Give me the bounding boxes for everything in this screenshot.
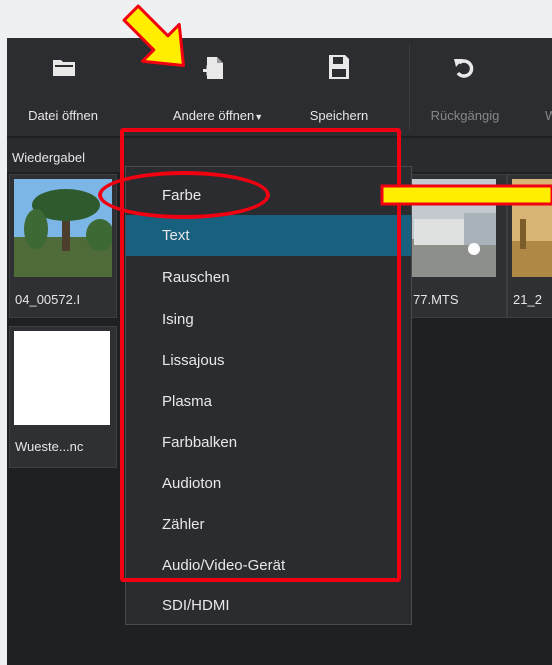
tab-playlist[interactable]: Wiedergabel [12,150,85,165]
folder-icon [53,60,75,76]
clip-name: Wueste...nc [15,439,84,454]
down-arrow-icon [122,4,185,67]
clip-name: 21_2 [513,292,542,307]
clip-thumbnail [14,331,110,425]
open-other-text: Andere öffnen [172,108,255,123]
open-file-button[interactable]: Datei öffnen [15,38,111,136]
save-icon [329,55,349,79]
new-file-icon [203,57,223,79]
clip-item[interactable]: Wueste...nc [9,326,117,468]
clip-name: 04_00572.I [15,292,81,307]
clip-name: 77.MTS [413,292,459,307]
open-other-label: Andere öffnen▼ [153,108,283,123]
toolbar: Datei öffnen Andere öffnen▼ Speichern Rü… [7,38,552,136]
menu-item-label: SDI/HDMI [162,597,230,614]
redo-button-partial[interactable]: W [545,38,552,136]
undo-label: Rückgängig [430,108,500,123]
undo-icon [454,59,474,78]
save-label: Speichern [309,108,369,123]
open-file-label: Datei öffnen [28,108,98,123]
chevron-down-icon: ▼ [254,112,264,122]
left-arrow-icon [380,184,552,206]
menu-item-sdi-hdmi[interactable]: SDI/HDMI [126,585,411,626]
highlight-oval [98,171,270,219]
undo-button[interactable]: Rückgängig [421,38,509,136]
toolbar-separator [409,44,410,130]
save-button[interactable]: Speichern [296,38,382,136]
redo-label-partial: W [545,108,552,123]
